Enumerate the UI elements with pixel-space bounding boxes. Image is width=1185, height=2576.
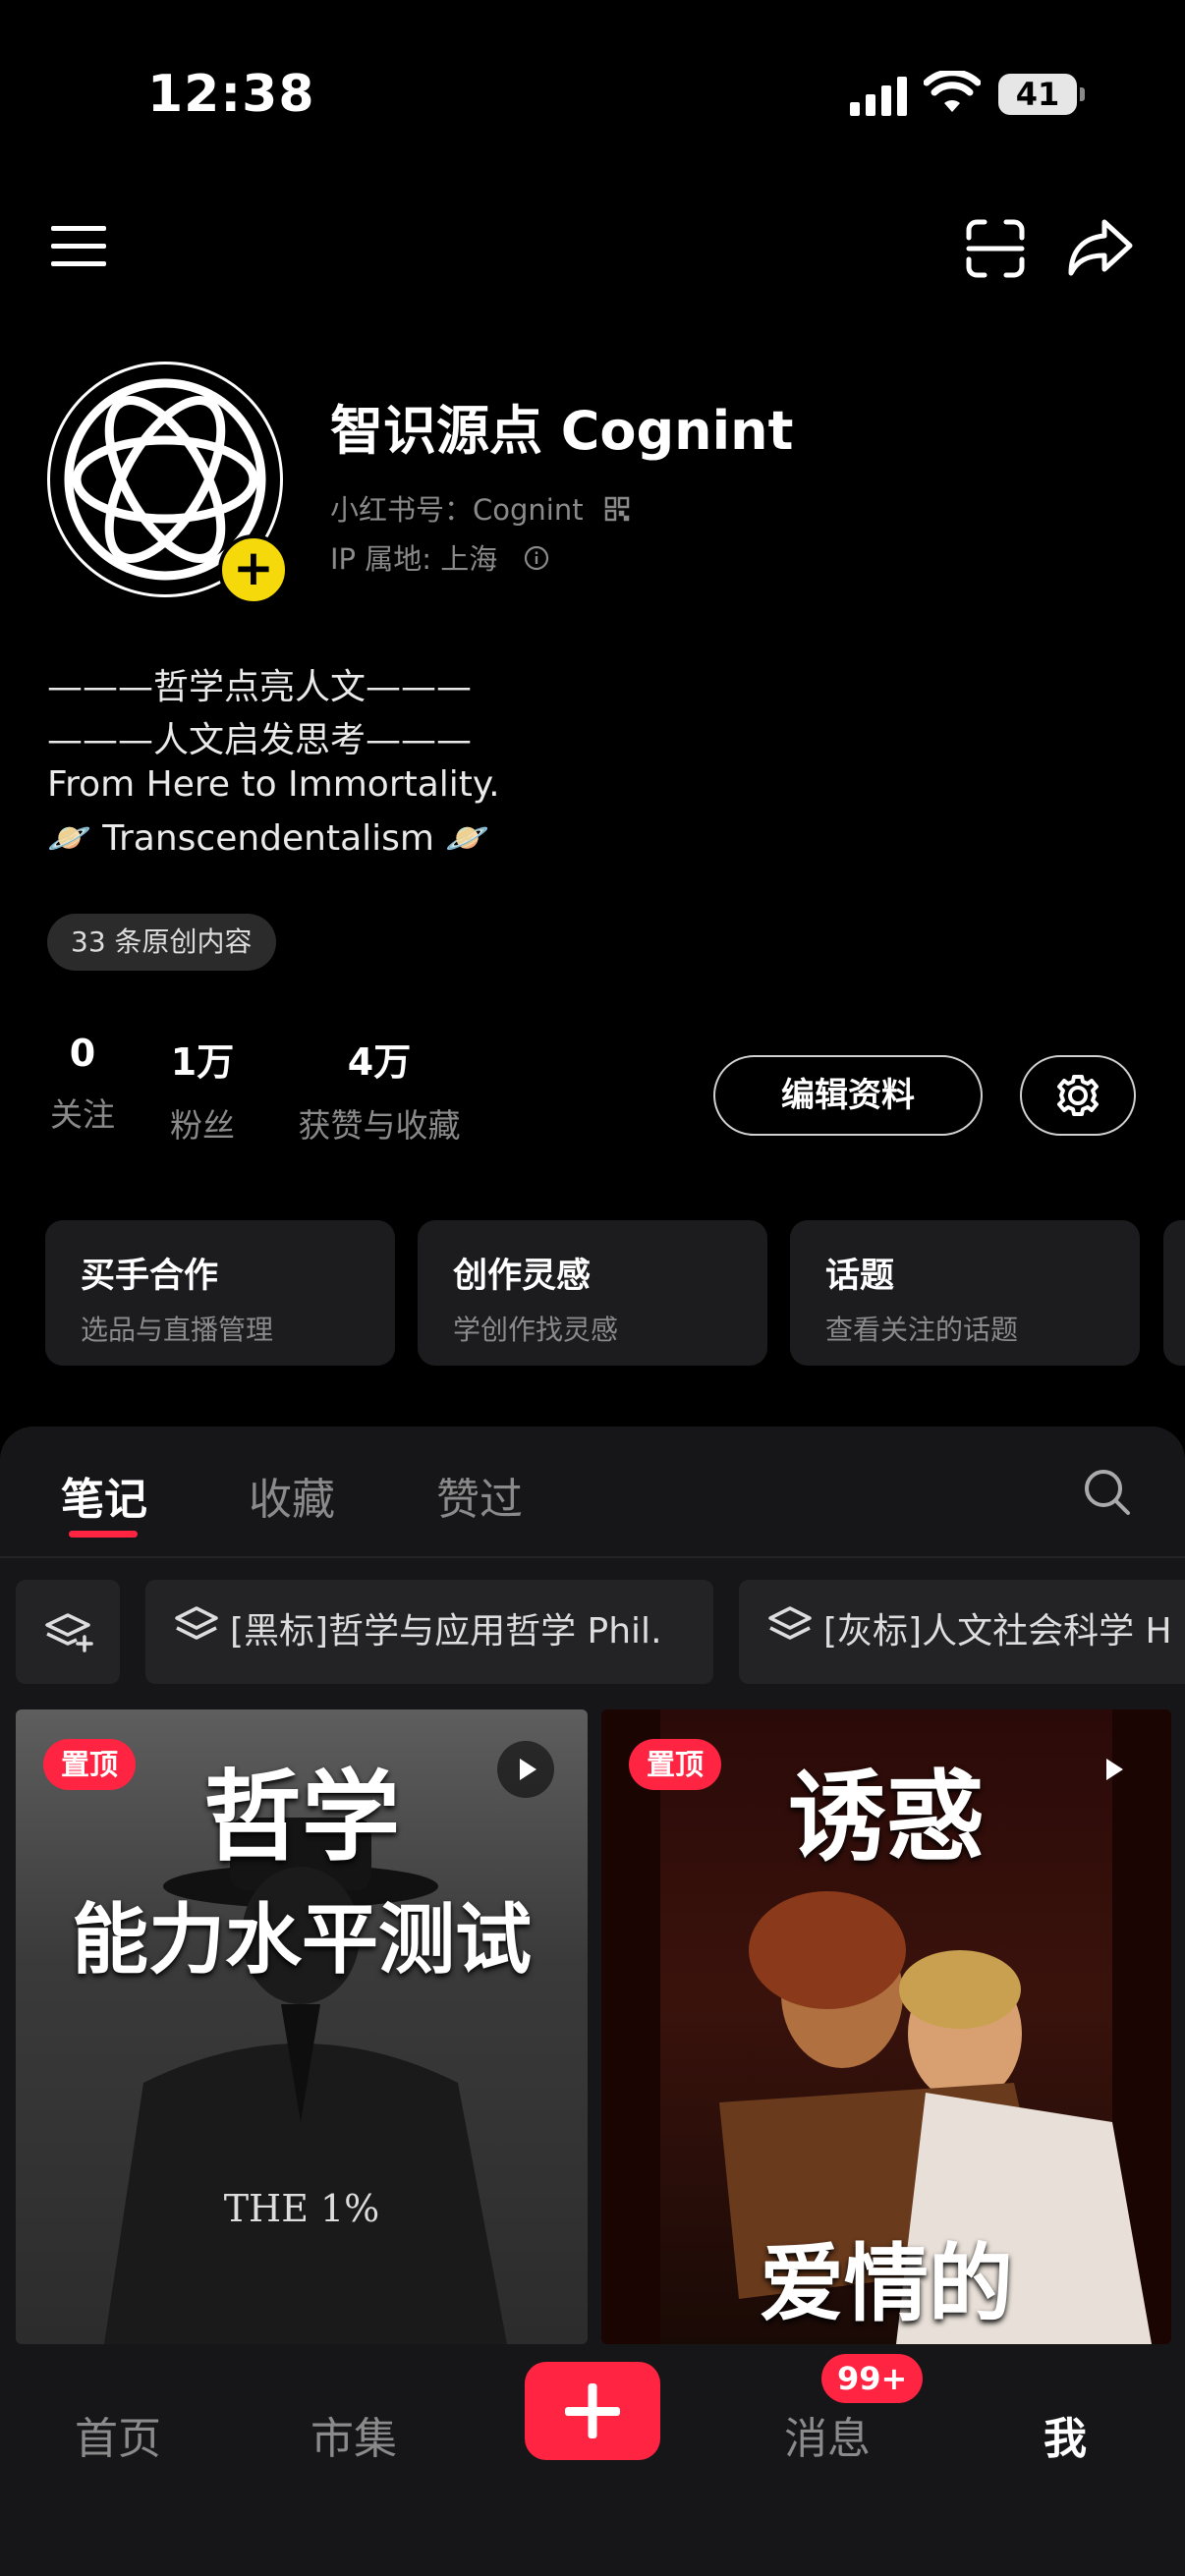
stat-likes-collections[interactable]: 4万 获赞与收藏 xyxy=(281,1032,478,1147)
bio-line: ———哲学点亮人文——— xyxy=(47,667,473,707)
card-buyer-collaboration[interactable]: 买手合作 选品与直播管理 xyxy=(45,1220,395,1366)
card-title: 买手合作 xyxy=(81,1257,219,1296)
active-tab-indicator xyxy=(69,1531,138,1538)
stat-value: 0 xyxy=(69,1032,96,1075)
messages-badge: 99+ xyxy=(821,2354,924,2403)
card-subtitle: 选品与直播管理 xyxy=(81,1314,274,1346)
edit-profile-button[interactable]: 编辑资料 xyxy=(713,1055,983,1136)
post-caption: THE 1% xyxy=(223,2187,380,2230)
post-title-line2: 能力水平测试 xyxy=(71,1896,532,1985)
post-card[interactable]: 诱惑 爱情的 xyxy=(601,1709,1171,2344)
create-post-button[interactable] xyxy=(525,2362,660,2460)
stat-following[interactable]: 0 关注 xyxy=(33,1032,132,1136)
nav-home[interactable]: 首页 xyxy=(39,2403,197,2466)
video-play-icon xyxy=(1085,1741,1142,1798)
bio-line: From Here to Immortality. xyxy=(47,764,500,805)
menu-icon[interactable] xyxy=(49,222,108,269)
card-creation-inspiration[interactable]: 创作灵感 学创作找灵感 xyxy=(418,1220,767,1366)
original-content-tag[interactable]: 33 条原创内容 xyxy=(47,914,276,971)
share-icon[interactable] xyxy=(1067,218,1134,277)
search-icon[interactable] xyxy=(1083,1468,1132,1517)
new-collection-button[interactable] xyxy=(16,1580,120,1684)
profile-name: 智识源点 Cognint xyxy=(330,400,794,462)
stat-label: 关注 xyxy=(50,1095,115,1134)
stat-followers[interactable]: 1万 粉丝 xyxy=(153,1032,252,1147)
nav-messages[interactable]: 消息 xyxy=(749,2403,906,2466)
layers-icon xyxy=(768,1581,812,1684)
collection-chip[interactable]: [黑标]哲学与应用哲学 Phil. xyxy=(145,1580,713,1684)
wifi-icon xyxy=(923,69,982,114)
collection-chip[interactable]: [灰标]人文社会科学 H xyxy=(739,1580,1185,1684)
ip-location: IP 属地: 上海 xyxy=(330,536,549,578)
nav-market[interactable]: 市集 xyxy=(275,2403,432,2466)
video-play-icon xyxy=(497,1741,554,1798)
qr-code-icon[interactable] xyxy=(604,495,630,529)
card-title: 话题 xyxy=(825,1257,895,1296)
add-layer-icon xyxy=(45,1613,93,1652)
layers-icon xyxy=(175,1581,218,1684)
red-id-text: 小红书号：Cognint xyxy=(330,493,584,527)
tab-notes[interactable]: 笔记 xyxy=(61,1464,147,1527)
stat-label: 获赞与收藏 xyxy=(298,1106,461,1145)
pinned-badge: 置顶 xyxy=(43,1739,137,1790)
red-id: 小红书号：Cognint xyxy=(330,487,630,529)
ip-location-text: IP 属地: 上海 xyxy=(330,542,498,576)
card-topics[interactable]: 话题 查看关注的话题 xyxy=(790,1220,1140,1366)
info-icon[interactable] xyxy=(524,544,549,578)
gear-icon xyxy=(1057,1075,1099,1116)
bio-line: ———人文启发思考——— xyxy=(47,720,473,760)
plus-icon xyxy=(565,2383,620,2438)
scan-icon[interactable] xyxy=(965,218,1026,279)
add-avatar-button[interactable]: + xyxy=(218,534,289,605)
stat-value: 1万 xyxy=(170,1040,235,1084)
stat-value: 4万 xyxy=(347,1040,412,1084)
post-card[interactable]: 哲学 能力水平测试 THE 1% xyxy=(16,1709,588,2344)
tab-liked[interactable]: 赞过 xyxy=(436,1464,523,1527)
pinned-badge: 置顶 xyxy=(629,1739,722,1790)
post-title-line2: 爱情的 xyxy=(760,2235,1013,2333)
collection-chip-label: [黑标]哲学与应用哲学 Phil. xyxy=(230,1611,662,1652)
nav-me[interactable]: 我 xyxy=(987,2403,1144,2466)
bio-line: 🪐 Transcendentalism 🪐 xyxy=(47,818,490,859)
card-subtitle: 学创作找灵感 xyxy=(453,1314,619,1346)
card-title: 创作灵感 xyxy=(453,1257,592,1296)
tabs-divider xyxy=(0,1556,1185,1558)
card-more[interactable] xyxy=(1163,1220,1185,1366)
status-time: 12:38 xyxy=(147,65,315,124)
settings-button[interactable] xyxy=(1020,1055,1136,1136)
card-subtitle: 查看关注的话题 xyxy=(825,1314,1019,1346)
battery-indicator: 41 xyxy=(998,74,1085,115)
stat-label: 粉丝 xyxy=(170,1106,235,1145)
cellular-signal-icon xyxy=(850,77,907,116)
collection-chip-label: [灰标]人文社会科学 H xyxy=(823,1611,1172,1652)
tab-collections[interactable]: 收藏 xyxy=(249,1464,335,1527)
